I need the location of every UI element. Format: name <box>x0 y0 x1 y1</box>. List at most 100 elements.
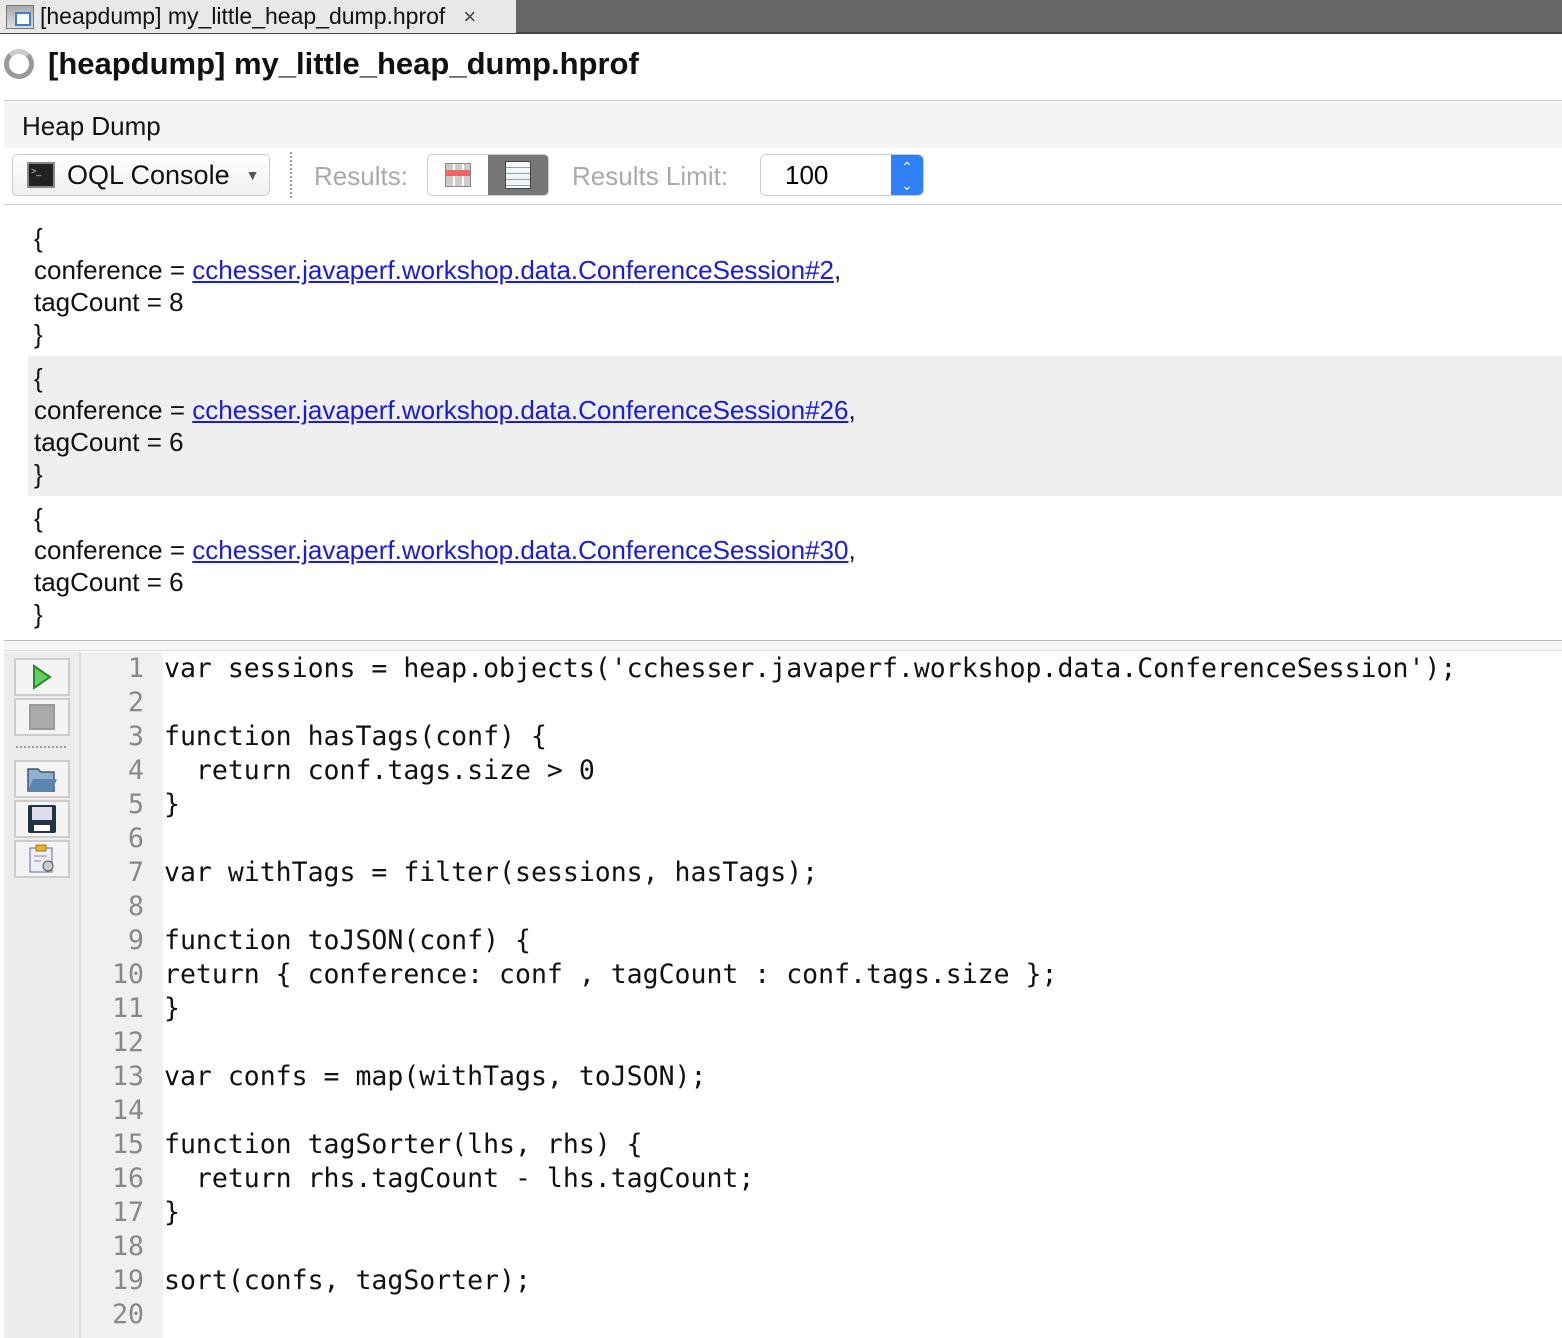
code-line: 9 function toJSON(conf) { <box>81 924 1562 958</box>
terminal-icon: >_ <box>27 162 55 188</box>
brace-open: { <box>34 503 43 533</box>
line-number: 10 <box>112 959 144 990</box>
line-number: 17 <box>112 1197 144 1228</box>
line-number: 12 <box>112 1027 144 1058</box>
clipboard-wrench-icon <box>29 844 54 873</box>
split-pane-divider[interactable] <box>4 640 1562 651</box>
stop-query-button[interactable] <box>14 698 70 736</box>
result-record: { conference = cchesser.javaperf.worksho… <box>28 216 1562 356</box>
folder-open-icon <box>27 768 57 792</box>
heapdump-icon <box>6 4 34 29</box>
table-icon <box>445 163 471 187</box>
save-icon <box>28 805 56 833</box>
code-line: 16 return rhs.tagCount - lhs.tagCount; <box>81 1162 1562 1196</box>
open-query-button[interactable] <box>14 760 70 798</box>
line-number: 1 <box>128 653 144 684</box>
run-query-button[interactable] <box>14 658 70 696</box>
code-line: 2 <box>81 686 1562 720</box>
line-number: 15 <box>112 1129 144 1160</box>
brace-close: } <box>34 459 43 489</box>
section-heap-dump: Heap Dump <box>4 100 1562 148</box>
line-number: 20 <box>112 1299 144 1330</box>
code-line: 19 sort(confs, tagSorter); <box>81 1264 1562 1298</box>
close-icon[interactable]: × <box>463 4 476 30</box>
code-text: return conf.tags.size > 0 <box>164 755 595 786</box>
code-line: 10 return { conference: conf , tagCount :… <box>81 958 1562 992</box>
table-view-button[interactable] <box>428 155 488 195</box>
code-text: } <box>164 1197 180 1228</box>
line-number: 3 <box>128 721 144 752</box>
toolbar-separator <box>290 152 292 198</box>
code-line: 12 <box>81 1026 1562 1060</box>
results-view-toggle <box>427 154 549 196</box>
chevron-down-icon: ▼ <box>245 167 260 183</box>
results-limit-input[interactable] <box>761 155 891 195</box>
tab-heapdump[interactable]: [heapdump] my_little_heap_dump.hprof × <box>0 0 516 33</box>
tab-bar: [heapdump] my_little_heap_dump.hprof × <box>0 0 1562 34</box>
query-templates-button[interactable] <box>14 840 70 878</box>
tag-count: tagCount = 8 <box>34 287 184 317</box>
code-line: 1 var sessions = heap.objects('cchesser.j… <box>81 652 1562 686</box>
code-line: 20 <box>81 1298 1562 1332</box>
spinner-arrows-icon[interactable]: ⌃ ⌄ <box>891 155 923 195</box>
comma: , <box>834 255 842 285</box>
html-view-button[interactable] <box>488 155 548 195</box>
code-text: var confs = map(withTags, toJSON); <box>164 1061 707 1092</box>
editor-sidebar <box>4 652 81 1338</box>
brace-close: } <box>34 319 43 349</box>
line-number: 7 <box>128 857 144 888</box>
code-text: return rhs.tagCount - lhs.tagCount; <box>164 1163 755 1194</box>
brace-open: { <box>34 223 43 253</box>
line-number: 8 <box>128 891 144 922</box>
code-text: sort(confs, tagSorter); <box>164 1265 531 1296</box>
code-text: return { conference: conf , tagCount : c… <box>164 959 1058 990</box>
page-title: [heapdump] my_little_heap_dump.hprof <box>4 46 639 82</box>
play-icon <box>33 664 52 690</box>
oql-editor[interactable]: 1 var sessions = heap.objects('cchesser.j… <box>81 652 1562 1338</box>
page-title-text: [heapdump] my_little_heap_dump.hprof <box>48 46 639 81</box>
code-line: 17} <box>81 1196 1562 1230</box>
code-text: var withTags = filter(sessions, hasTags)… <box>164 857 819 888</box>
code-line: 4 return conf.tags.size > 0 <box>81 754 1562 788</box>
code-line: 13 var confs = map(withTags, toJSON); <box>81 1060 1562 1094</box>
results-limit-spinner: ⌃⌄ <box>760 154 924 196</box>
line-number: 13 <box>112 1061 144 1092</box>
code-text: var sessions = heap.objects('cchesser.ja… <box>164 653 1457 684</box>
tab-label: [heapdump] my_little_heap_dump.hprof <box>40 3 446 29</box>
line-number: 5 <box>128 789 144 820</box>
code-line: 15 function tagSorter(lhs, rhs) { <box>81 1128 1562 1162</box>
sidebar-separator <box>16 746 66 748</box>
conference-link[interactable]: cchesser.javaperf.workshop.data.Conferen… <box>192 255 834 285</box>
line-number: 11 <box>112 993 144 1024</box>
line-number: 9 <box>128 925 144 956</box>
tag-count: tagCount = 6 <box>34 427 184 457</box>
oql-console-label: OQL Console <box>67 159 230 190</box>
brace-open: { <box>34 363 43 393</box>
comma: , <box>848 395 856 425</box>
conference-link[interactable]: cchesser.javaperf.workshop.data.Conferen… <box>192 395 848 425</box>
code-line: 11} <box>81 992 1562 1026</box>
line-number: 18 <box>112 1231 144 1262</box>
save-query-button[interactable] <box>14 800 70 838</box>
line-number: 4 <box>128 755 144 786</box>
code-line: 14 <box>81 1094 1562 1128</box>
result-record: { conference = cchesser.javaperf.worksho… <box>28 496 1562 636</box>
document-icon <box>505 161 531 189</box>
line-number: 16 <box>112 1163 144 1194</box>
result-record: { conference = cchesser.javaperf.worksho… <box>28 356 1562 496</box>
code-line: 5} <box>81 788 1562 822</box>
code-line: 6 <box>81 822 1562 856</box>
comma: , <box>848 535 856 565</box>
conference-link[interactable]: cchesser.javaperf.workshop.data.Conferen… <box>192 535 848 565</box>
code-line: 7 var withTags = filter(sessions, hasTags… <box>81 856 1562 890</box>
results-label: Results: <box>314 161 408 191</box>
loading-spinner-icon <box>4 49 34 79</box>
oql-console-dropdown[interactable]: >_ OQL Console ▼ <box>12 154 270 196</box>
stop-icon <box>29 704 55 730</box>
